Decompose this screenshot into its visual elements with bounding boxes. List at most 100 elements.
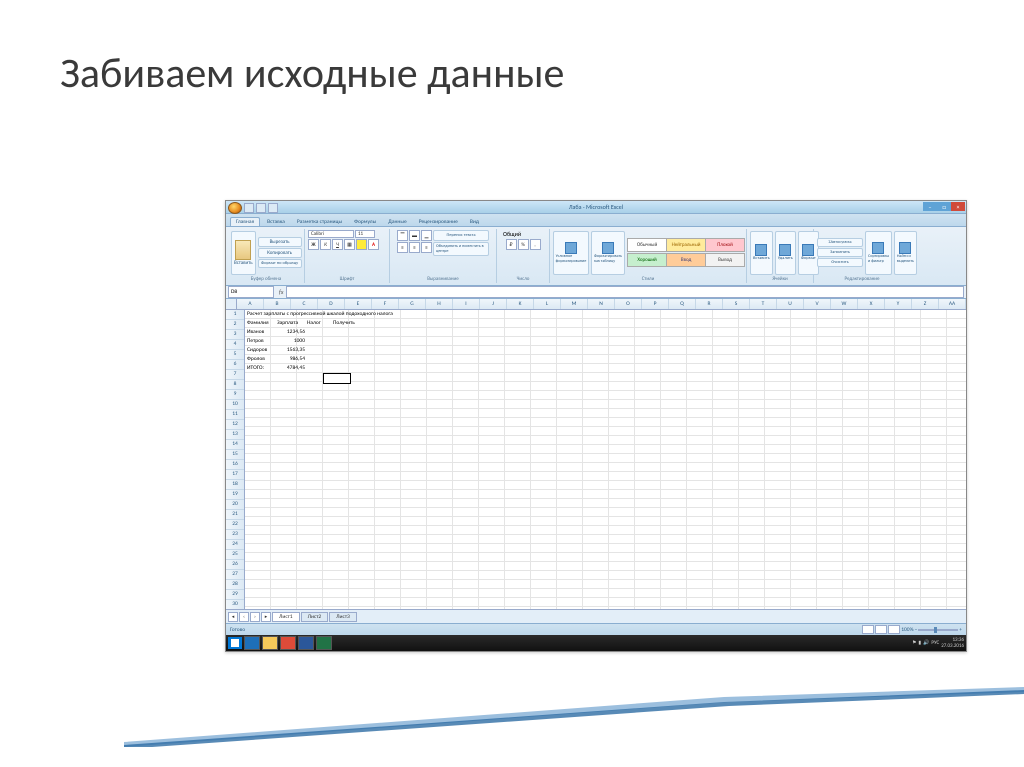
name-box[interactable]: D8: [228, 286, 274, 298]
sheet-nav-prev[interactable]: ‹: [239, 612, 249, 622]
font-size-select[interactable]: 11: [355, 230, 375, 238]
cell[interactable]: 986,54: [275, 355, 307, 364]
style-normal[interactable]: Обычный: [627, 238, 667, 252]
zoom-in-button[interactable]: +: [959, 627, 962, 633]
font-name-select[interactable]: Calibri: [308, 230, 354, 238]
style-good[interactable]: Хороший: [627, 253, 667, 267]
start-button[interactable]: [228, 637, 242, 649]
active-cell-cursor[interactable]: [323, 373, 351, 384]
cell[interactable]: 1563,35: [275, 346, 307, 355]
row-header[interactable]: 20: [226, 500, 244, 510]
fill-color-button[interactable]: [356, 239, 367, 250]
tray-network-icon[interactable]: ▮: [918, 640, 921, 646]
col-header[interactable]: Y: [885, 299, 912, 309]
col-header[interactable]: M: [561, 299, 588, 309]
row-header[interactable]: 23: [226, 530, 244, 540]
row-header[interactable]: 8: [226, 380, 244, 390]
currency-button[interactable]: ₽: [506, 239, 517, 250]
row-header[interactable]: 4: [226, 340, 244, 350]
col-header[interactable]: O: [615, 299, 642, 309]
style-neutral[interactable]: Нейтральный: [666, 238, 706, 252]
tab-view[interactable]: Вид: [465, 218, 484, 226]
conditional-format-button[interactable]: Условное форматирование: [553, 231, 589, 275]
qat-redo-icon[interactable]: [268, 203, 278, 213]
col-header[interactable]: T: [750, 299, 777, 309]
col-header[interactable]: E: [345, 299, 372, 309]
row-header[interactable]: 22: [226, 520, 244, 530]
sort-filter-button[interactable]: Сортировка и фильтр: [865, 231, 892, 275]
row-header[interactable]: 11: [226, 410, 244, 420]
col-header[interactable]: I: [453, 299, 480, 309]
col-header[interactable]: G: [399, 299, 426, 309]
cell[interactable]: ИТОГО:: [245, 364, 266, 373]
qat-save-icon[interactable]: [244, 203, 254, 213]
font-color-button[interactable]: А: [368, 239, 379, 250]
view-pagebreak-button[interactable]: [888, 625, 900, 634]
row-header[interactable]: 5: [226, 350, 244, 360]
cell[interactable]: Расчет зарплаты с прогрессивной шкалой п…: [245, 310, 409, 319]
row-header[interactable]: 12: [226, 420, 244, 430]
italic-button[interactable]: К: [320, 239, 331, 250]
format-as-table-button[interactable]: Форматировать как таблицу: [591, 231, 625, 275]
col-header[interactable]: D: [318, 299, 345, 309]
office-button[interactable]: [228, 202, 242, 214]
row-header[interactable]: 6: [226, 360, 244, 370]
col-header[interactable]: A: [237, 299, 264, 309]
cell[interactable]: 4784,45: [275, 364, 307, 373]
col-header[interactable]: R: [696, 299, 723, 309]
col-header[interactable]: U: [777, 299, 804, 309]
col-header[interactable]: V: [804, 299, 831, 309]
col-header[interactable]: Q: [669, 299, 696, 309]
maximize-button[interactable]: □: [937, 202, 951, 211]
row-header[interactable]: 29: [226, 590, 244, 600]
comma-button[interactable]: ,: [530, 239, 541, 250]
col-header[interactable]: P: [642, 299, 669, 309]
delete-cells-button[interactable]: Удалить: [775, 231, 796, 275]
sheet-tab-1[interactable]: Лист1: [272, 612, 300, 622]
cut-button[interactable]: Вырезать: [258, 237, 302, 247]
bold-button[interactable]: Ж: [308, 239, 319, 250]
align-right-button[interactable]: ≡: [421, 242, 432, 253]
cell[interactable]: Получить: [331, 319, 365, 328]
taskbar-chrome-icon[interactable]: [280, 636, 296, 650]
col-header[interactable]: C: [291, 299, 318, 309]
col-header[interactable]: S: [723, 299, 750, 309]
tab-insert[interactable]: Вставка: [262, 218, 290, 226]
row-header[interactable]: 28: [226, 580, 244, 590]
grid-area[interactable]: 1234567891011121314151617181920212223242…: [226, 310, 966, 609]
sheet-nav-next[interactable]: ›: [250, 612, 260, 622]
formula-input[interactable]: [286, 286, 964, 298]
col-header[interactable]: N: [588, 299, 615, 309]
align-left-button[interactable]: ≡: [397, 242, 408, 253]
number-format-select[interactable]: Общий: [503, 230, 543, 238]
merge-center-button[interactable]: Объединить и поместить в центре: [433, 242, 489, 256]
row-header[interactable]: 17: [226, 470, 244, 480]
row-header[interactable]: 10: [226, 400, 244, 410]
close-button[interactable]: ×: [951, 202, 965, 211]
col-header[interactable]: H: [426, 299, 453, 309]
zoom-out-button[interactable]: −: [915, 627, 918, 633]
cell[interactable]: Фролов: [245, 355, 267, 364]
wrap-text-button[interactable]: Перенос текста: [433, 230, 489, 241]
border-button[interactable]: ▦: [344, 239, 355, 250]
sheet-tab-3[interactable]: Лист3: [329, 612, 357, 622]
col-header[interactable]: AA: [939, 299, 966, 309]
sheet-nav-last[interactable]: ▸: [261, 612, 271, 622]
tab-review[interactable]: Рецензирование: [414, 218, 463, 226]
cell[interactable]: 1234,56: [275, 328, 307, 337]
cell[interactable]: Иванов: [245, 328, 266, 337]
cell[interactable]: Петров: [245, 337, 266, 346]
col-header[interactable]: Z: [912, 299, 939, 309]
taskbar-excel-icon[interactable]: [316, 636, 332, 650]
col-header[interactable]: F: [372, 299, 399, 309]
underline-button[interactable]: Ч: [332, 239, 343, 250]
cells[interactable]: Расчет зарплаты с прогрессивной шкалой п…: [245, 310, 966, 609]
cell[interactable]: Сидоров: [245, 346, 269, 355]
col-header[interactable]: J: [480, 299, 507, 309]
style-output[interactable]: Вывод: [705, 253, 745, 267]
row-header[interactable]: 19: [226, 490, 244, 500]
row-header[interactable]: 13: [226, 430, 244, 440]
paste-button[interactable]: Вставить: [231, 231, 256, 275]
zoom-slider[interactable]: [918, 629, 958, 631]
row-header[interactable]: 7: [226, 370, 244, 380]
